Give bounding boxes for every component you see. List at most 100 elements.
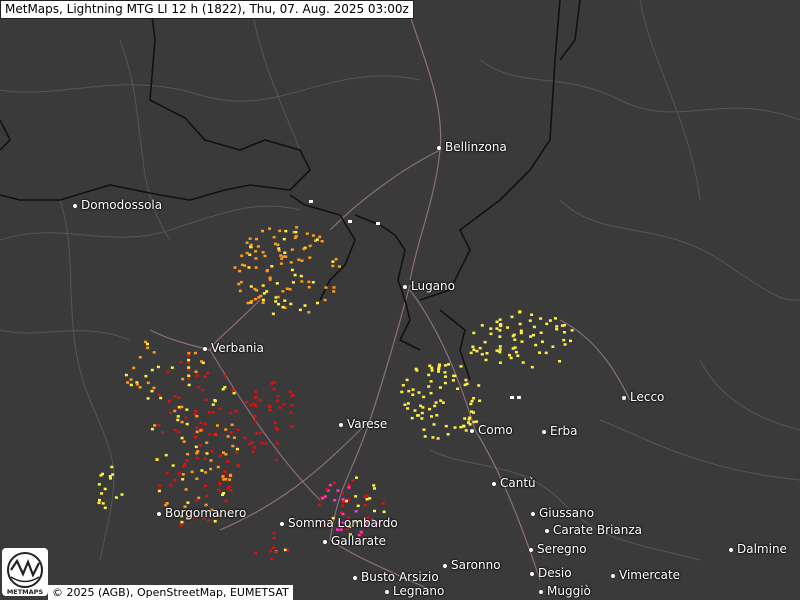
lightning-strike-marker [459, 425, 463, 429]
lightning-strike-marker [465, 382, 469, 386]
lightning-strike-marker [194, 445, 198, 449]
city-label: Gallarate [323, 534, 386, 548]
lightning-strike-marker [205, 494, 209, 498]
lightning-strike-marker [186, 452, 190, 456]
lightning-strike-marker [233, 266, 237, 269]
lightning-strike-marker [98, 498, 101, 502]
city-dot-icon [203, 346, 207, 351]
lightning-strike-marker [187, 374, 191, 377]
lightning-strike-marker [498, 318, 502, 321]
lightning-strike-marker [437, 370, 440, 373]
lightning-strike-marker [187, 354, 191, 357]
lightning-strike-marker [428, 407, 432, 411]
lightning-strike-marker [519, 331, 523, 335]
lightning-strike-marker [437, 366, 441, 370]
lightning-strike-marker [223, 470, 227, 473]
lightning-strike-marker [255, 289, 259, 292]
lightning-strike-marker [331, 264, 335, 268]
lightning-strike-marker [376, 222, 380, 225]
lightning-strike-marker [472, 331, 476, 335]
lightning-strike-marker [443, 381, 447, 385]
lightning-strike-marker [126, 381, 130, 384]
lightning-strike-marker [373, 487, 376, 490]
lightning-strike-marker [554, 317, 557, 320]
lightning-strike-marker [540, 340, 544, 343]
lightning-strike-marker [519, 329, 523, 332]
lightning-strike-marker [246, 301, 250, 305]
lightning-strike-marker [545, 322, 549, 326]
lightning-strike-marker [254, 250, 258, 253]
lightning-strike-marker [103, 506, 107, 510]
lightning-strike-marker [483, 340, 487, 344]
city-dot-icon [73, 203, 77, 208]
lightning-strike-marker [252, 402, 256, 406]
lightning-strike-marker [297, 258, 301, 261]
lightning-strike-marker [420, 411, 424, 415]
lightning-strike-marker [414, 367, 418, 371]
lightning-strike-marker [495, 349, 499, 352]
city-dot-icon [545, 528, 549, 533]
lightning-strike-marker [499, 323, 503, 326]
metmaps-logo-icon[interactable]: METMAPS [2, 548, 48, 596]
lightning-strike-marker [469, 402, 473, 406]
lightning-strike-marker [201, 361, 205, 365]
lightning-strike-marker [238, 269, 242, 273]
city-dot-icon [529, 547, 533, 552]
lightning-strike-marker [261, 229, 264, 233]
lightning-strike-marker [187, 383, 191, 387]
lightning-strike-marker [283, 299, 287, 302]
lightning-strike-marker [180, 405, 184, 409]
lightning-strike-marker [238, 289, 242, 293]
lightning-strike-marker [275, 428, 279, 431]
lightning-strike-marker [253, 396, 257, 399]
lightning-strike-marker [272, 546, 276, 550]
lightning-strike-marker [203, 457, 207, 460]
city-label: Como [470, 423, 513, 437]
lightning-strike-marker [539, 317, 543, 320]
lightning-strike-marker [185, 422, 189, 426]
lightning-strike-marker [558, 360, 562, 363]
lightning-strike-marker [263, 254, 267, 258]
lightning-strike-marker [351, 479, 355, 482]
lightning-strike-marker [261, 301, 265, 304]
lightning-strike-marker [272, 235, 276, 239]
lightning-strike-marker [248, 237, 252, 240]
lightning-strike-marker [413, 409, 417, 412]
lightning-strike-marker [185, 459, 189, 462]
lightning-strike-marker [203, 375, 207, 378]
lightning-strike-marker [365, 494, 369, 497]
lightning-strike-marker [300, 280, 304, 283]
lightning-strike-marker [281, 290, 285, 293]
lightning-strike-marker [268, 408, 272, 412]
lightning-strike-marker [203, 422, 207, 426]
lightning-strike-marker [265, 269, 269, 272]
lightning-strike-marker [459, 365, 463, 368]
lightning-strike-marker [120, 493, 124, 496]
city-label: Carate Brianza [545, 523, 642, 537]
lightning-strike-marker [222, 492, 226, 495]
lightning-strike-marker [244, 400, 248, 404]
lightning-strike-marker [216, 424, 219, 427]
lightning-strike-marker [253, 414, 257, 417]
lightning-strike-marker [416, 414, 419, 417]
lightning-strike-marker [382, 510, 386, 514]
lightning-map[interactable] [0, 0, 800, 600]
lightning-strike-marker [247, 266, 251, 269]
lightning-strike-marker [467, 418, 471, 421]
lightning-strike-marker [544, 351, 548, 355]
lightning-strike-marker [276, 399, 279, 402]
lightning-strike-marker [230, 423, 234, 427]
lightning-strike-marker [293, 273, 297, 277]
lightning-strike-marker [444, 375, 447, 378]
lightning-strike-marker [277, 247, 281, 250]
lightning-strike-marker [138, 386, 142, 389]
lightning-strike-marker [464, 378, 468, 382]
lightning-strike-marker [311, 281, 315, 284]
lightning-strike-marker [181, 478, 185, 481]
lightning-strike-marker [521, 361, 525, 364]
lightning-strike-marker [427, 373, 431, 377]
lightning-strike-marker [228, 478, 232, 481]
lightning-strike-marker [438, 363, 441, 366]
city-label: Domodossola [73, 198, 162, 212]
lightning-strike-marker [286, 549, 290, 552]
